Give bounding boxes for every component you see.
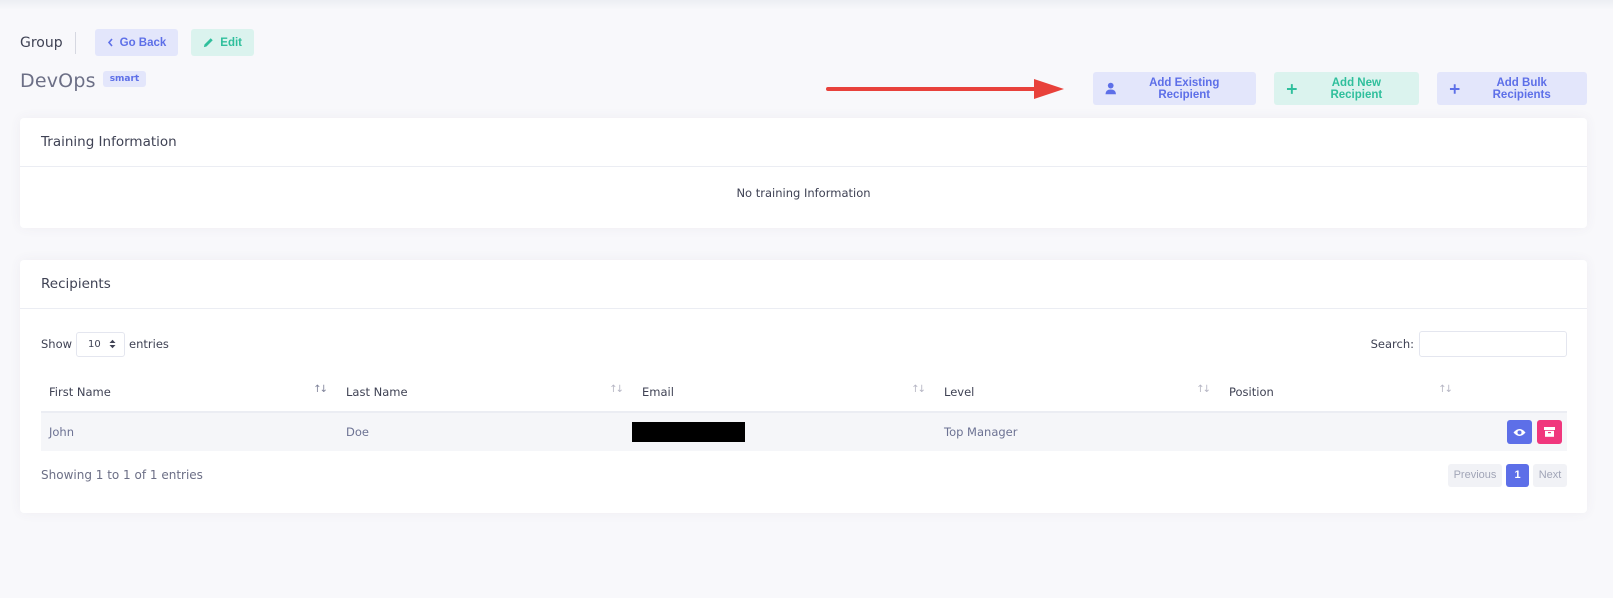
add-bulk-recipients-button[interactable]: Add Bulk Recipients xyxy=(1437,72,1587,105)
redacted-email xyxy=(632,422,745,442)
sort-icon: ↑↓ xyxy=(911,384,926,395)
archive-icon xyxy=(1544,427,1555,437)
sort-icon: ↑↓ xyxy=(609,384,624,395)
cell-email xyxy=(632,412,936,451)
column-header-position[interactable]: Position ↑↓ xyxy=(1221,373,1463,413)
add-existing-recipient-button[interactable]: Add Existing Recipient xyxy=(1093,72,1256,105)
plus-icon xyxy=(1286,83,1297,94)
recipients-table: First Name ↑↓ Last Name ↑↓ Email ↑↓ Level ↑↓… xyxy=(41,373,1567,451)
cell-first-name: John xyxy=(41,412,338,451)
column-header-first-name[interactable]: First Name ↑↓ xyxy=(41,373,338,413)
show-label: Show xyxy=(41,337,73,351)
chevron-left-icon xyxy=(107,38,113,47)
cell-position xyxy=(1221,412,1463,451)
page-length-value: 10 xyxy=(88,338,101,350)
archive-recipient-button[interactable] xyxy=(1537,420,1562,444)
recipients-card-title: Recipients xyxy=(20,260,1587,309)
sort-select-icon xyxy=(109,339,116,349)
add-existing-label: Add Existing Recipient xyxy=(1149,76,1220,101)
table-row: John Doe Top Manager xyxy=(41,412,1567,451)
section-label: Group xyxy=(20,31,76,54)
page-title: DevOps xyxy=(20,70,96,92)
add-new-label: Add New Recipient xyxy=(1330,76,1383,101)
search-input[interactable] xyxy=(1419,331,1567,357)
annotation-arrow xyxy=(826,79,1064,99)
sort-icon: ↑↓ xyxy=(1196,384,1211,395)
go-back-label: Go Back xyxy=(119,36,167,49)
pagination: Previous 1 Next xyxy=(1448,463,1567,487)
user-icon xyxy=(1105,82,1116,95)
edit-label: Edit xyxy=(220,36,243,49)
previous-page-button[interactable]: Previous xyxy=(1448,463,1502,487)
column-header-level[interactable]: Level ↑↓ xyxy=(936,373,1221,413)
column-header-actions xyxy=(1463,373,1567,413)
view-recipient-button[interactable] xyxy=(1507,420,1532,444)
header-row: Group Go Back Edit xyxy=(20,29,255,56)
pencil-icon xyxy=(204,38,214,48)
cell-actions xyxy=(1463,412,1567,451)
entries-label: entries xyxy=(129,337,169,351)
plus-icon xyxy=(1449,83,1460,94)
page-length-select[interactable]: 10 xyxy=(76,331,126,357)
page-title-row: DevOps smart xyxy=(20,70,147,92)
group-type-badge: smart xyxy=(102,71,147,87)
training-information-card: Training Information No training Informa… xyxy=(20,118,1587,228)
table-controls: Show 10 entries Search: xyxy=(41,331,1567,357)
training-card-title: Training Information xyxy=(20,118,1587,167)
table-footer: Showing 1 to 1 of 1 entries Previous 1 N… xyxy=(41,463,1567,487)
eye-icon xyxy=(1513,428,1526,436)
cell-level: Top Manager xyxy=(936,412,1221,451)
search-label: Search: xyxy=(1370,337,1414,351)
edit-button[interactable]: Edit xyxy=(191,29,255,56)
page-length-control: Show 10 entries xyxy=(41,331,169,357)
table-header-row: First Name ↑↓ Last Name ↑↓ Email ↑↓ Level ↑↓… xyxy=(41,373,1567,413)
page-1-button[interactable]: 1 xyxy=(1506,463,1529,487)
action-buttons: Add Existing Recipient Add New Recipient… xyxy=(1093,72,1587,105)
add-bulk-label: Add Bulk Recipients xyxy=(1492,76,1551,101)
training-empty-message: No training Information xyxy=(736,186,871,200)
sort-icon: ↑↓ xyxy=(313,384,328,395)
top-shadow xyxy=(0,0,1613,10)
column-header-last-name[interactable]: Last Name ↑↓ xyxy=(338,373,634,413)
table-info: Showing 1 to 1 of 1 entries xyxy=(41,468,203,482)
row-actions xyxy=(1471,420,1567,444)
search-control: Search: xyxy=(1371,331,1567,357)
add-new-recipient-button[interactable]: Add New Recipient xyxy=(1274,72,1419,105)
cell-last-name: Doe xyxy=(338,412,634,451)
column-header-email[interactable]: Email ↑↓ xyxy=(634,373,936,413)
sort-icon: ↑↓ xyxy=(1438,384,1453,395)
go-back-button[interactable]: Go Back xyxy=(94,29,179,56)
recipients-card: Recipients Show 10 entries Search: First… xyxy=(20,260,1587,513)
next-page-button[interactable]: Next xyxy=(1533,463,1567,487)
